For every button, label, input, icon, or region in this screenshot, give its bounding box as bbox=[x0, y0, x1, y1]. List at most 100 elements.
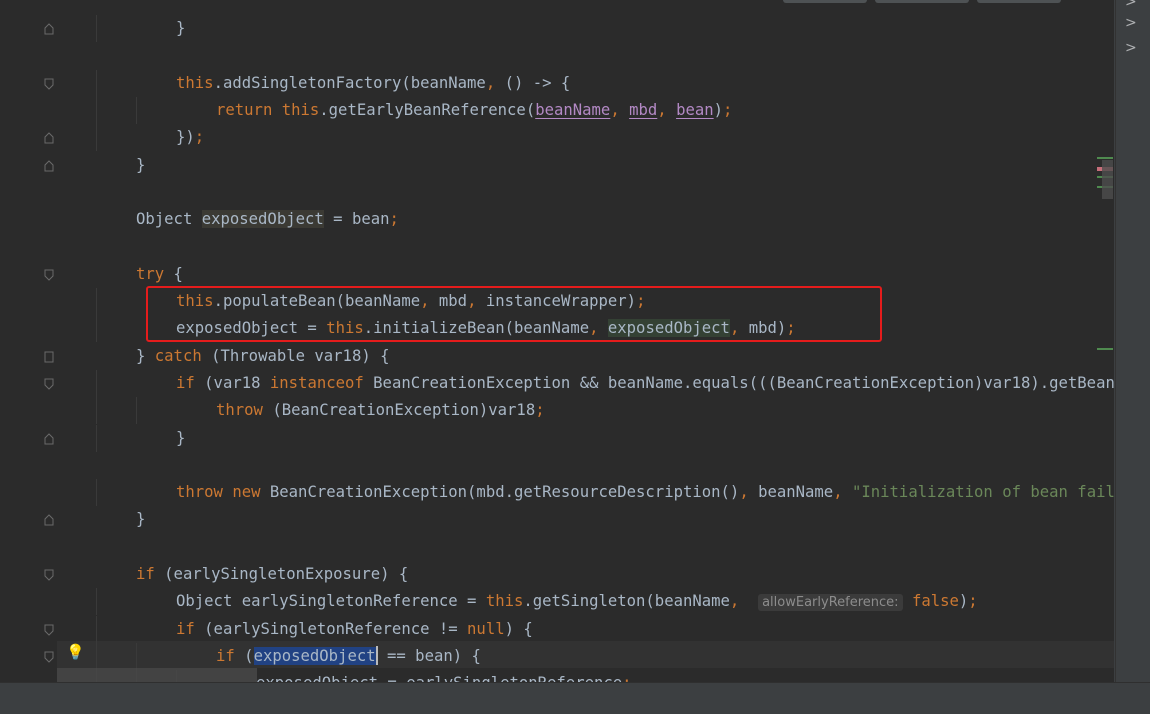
code-editor[interactable]: } this.addSingletonFactory(beanName, () -… bbox=[0, 0, 1115, 682]
indent-guide bbox=[96, 288, 97, 315]
highlight-annotation-box bbox=[146, 286, 882, 342]
code-token: Object earlySingletonReference = bbox=[176, 592, 486, 611]
fold-marker-icon[interactable] bbox=[44, 269, 54, 281]
lightbulb-icon[interactable]: 💡 bbox=[66, 643, 85, 661]
code-line[interactable]: } bbox=[0, 152, 1115, 179]
code-token: mbd bbox=[629, 100, 658, 119]
code-token: Object bbox=[136, 210, 202, 229]
code-line-text: } catch (Throwable var18) { bbox=[136, 343, 390, 370]
toolbar-button[interactable] bbox=[977, 0, 1061, 3]
code-token: (Throwable var18) { bbox=[201, 346, 390, 365]
fold-marker-icon[interactable] bbox=[44, 624, 54, 636]
code-token: } bbox=[176, 428, 186, 447]
code-token: } bbox=[136, 510, 146, 529]
code-line[interactable]: } bbox=[0, 15, 1115, 42]
code-line[interactable]: this.addSingletonFactory(beanName, () ->… bbox=[0, 69, 1115, 97]
parameter-hint: allowEarlyReference: bbox=[758, 594, 903, 612]
code-token: , bbox=[610, 100, 630, 119]
code-line-text: throw new BeanCreationException(mbd.getR… bbox=[176, 479, 1115, 506]
fold-marker-icon[interactable] bbox=[44, 432, 54, 445]
indent-guide bbox=[136, 397, 137, 425]
fold-marker-icon[interactable] bbox=[44, 351, 54, 363]
code-line[interactable]: } bbox=[0, 424, 1115, 452]
fold-marker-icon[interactable] bbox=[44, 514, 54, 526]
code-line[interactable]: Object earlySingletonReference = this.ge… bbox=[0, 588, 1115, 616]
code-line-text: try { bbox=[136, 261, 183, 288]
code-line[interactable]: return this.getEarlyBeanReference(beanNa… bbox=[0, 96, 1115, 124]
fold-marker-icon[interactable] bbox=[44, 78, 54, 90]
indent-guide bbox=[96, 69, 97, 97]
code-token: catch bbox=[154, 346, 202, 365]
code-line-text: throw (BeanCreationException)var18; bbox=[216, 397, 545, 424]
horizontal-scrollbar[interactable] bbox=[57, 668, 257, 682]
code-token: false bbox=[911, 592, 959, 611]
code-token: beanName bbox=[748, 483, 834, 502]
code-line[interactable] bbox=[0, 452, 1115, 479]
code-token: beanName bbox=[535, 100, 611, 119]
error-stripe-marker[interactable] bbox=[1097, 348, 1113, 350]
code-token: = bean bbox=[323, 210, 390, 229]
scroll-thumb[interactable] bbox=[1102, 160, 1113, 199]
toolbar-button[interactable] bbox=[875, 0, 969, 3]
indent-guide bbox=[136, 642, 137, 670]
code-line[interactable] bbox=[0, 534, 1115, 561]
chevron-right-icon[interactable]: > bbox=[1125, 0, 1137, 10]
code-token: this bbox=[485, 592, 524, 611]
code-line[interactable]: try { bbox=[0, 261, 1115, 288]
code-token: exposedObject bbox=[201, 210, 324, 229]
code-token: { bbox=[164, 264, 183, 283]
code-line[interactable]: if (exposedObject == bean) { bbox=[0, 642, 1115, 670]
code-line-text: if (earlySingletonReference != null) { bbox=[176, 616, 533, 643]
indent-guide bbox=[96, 96, 97, 124]
code-token: }) bbox=[176, 128, 195, 147]
code-line[interactable]: throw new BeanCreationException(mbd.getR… bbox=[0, 479, 1115, 507]
code-line-text: if (exposedObject == bean) { bbox=[216, 643, 481, 670]
fold-marker-icon[interactable] bbox=[44, 132, 54, 144]
code-token: (var18 bbox=[194, 373, 270, 392]
code-token: exposedObject bbox=[253, 646, 376, 665]
fold-marker-icon[interactable] bbox=[44, 378, 54, 390]
code-line[interactable]: throw (BeanCreationException)var18; bbox=[0, 397, 1115, 425]
code-line[interactable]: if (earlySingletonReference != null) { bbox=[0, 615, 1115, 643]
indent-guide bbox=[96, 642, 97, 670]
code-token: null bbox=[467, 619, 505, 638]
code-line[interactable]: } bbox=[0, 506, 1115, 533]
code-token: == bean) { bbox=[377, 646, 481, 665]
right-tool-panel[interactable]: > > > bbox=[1115, 0, 1150, 682]
chevron-right-icon[interactable]: > bbox=[1125, 40, 1137, 56]
indent-guide bbox=[96, 15, 97, 42]
code-token: () -> { bbox=[495, 73, 571, 92]
code-token: instanceof bbox=[269, 373, 364, 392]
indent-guide bbox=[136, 96, 137, 124]
indent-guide bbox=[96, 615, 97, 643]
code-token: this bbox=[176, 73, 214, 92]
error-stripe-marker[interactable] bbox=[1097, 157, 1113, 159]
code-line-text: } bbox=[136, 506, 145, 533]
code-token: ; bbox=[723, 100, 733, 119]
code-line[interactable]: if (var18 instanceof BeanCreationExcepti… bbox=[0, 369, 1115, 397]
code-line[interactable]: }); bbox=[0, 124, 1115, 152]
fold-marker-icon[interactable] bbox=[44, 651, 54, 663]
code-line-text: } bbox=[136, 152, 145, 179]
code-token: ; bbox=[194, 128, 205, 147]
indent-guide bbox=[96, 315, 97, 343]
code-line-text: }); bbox=[176, 124, 204, 151]
code-line[interactable]: } catch (Throwable var18) { bbox=[0, 343, 1115, 370]
code-line[interactable] bbox=[0, 179, 1115, 206]
code-token: , bbox=[729, 592, 740, 611]
toolbar-button[interactable] bbox=[783, 0, 867, 3]
fold-marker-icon[interactable] bbox=[44, 569, 54, 581]
code-token: .getEarlyBeanReference( bbox=[319, 100, 536, 119]
code-line[interactable]: if (earlySingletonExposure) { bbox=[0, 561, 1115, 588]
code-line[interactable] bbox=[0, 233, 1115, 260]
indent-guide bbox=[96, 479, 97, 507]
fold-marker-icon[interactable] bbox=[44, 23, 54, 35]
code-token: , bbox=[739, 483, 749, 502]
fold-marker-icon[interactable] bbox=[44, 159, 54, 172]
code-token: BeanCreationException(mbd.getResourceDes… bbox=[260, 483, 740, 502]
code-line[interactable] bbox=[0, 42, 1115, 69]
code-line[interactable]: Object exposedObject = bean; bbox=[0, 206, 1115, 233]
code-token: } bbox=[176, 19, 186, 37]
chevron-right-icon[interactable]: > bbox=[1125, 15, 1137, 31]
